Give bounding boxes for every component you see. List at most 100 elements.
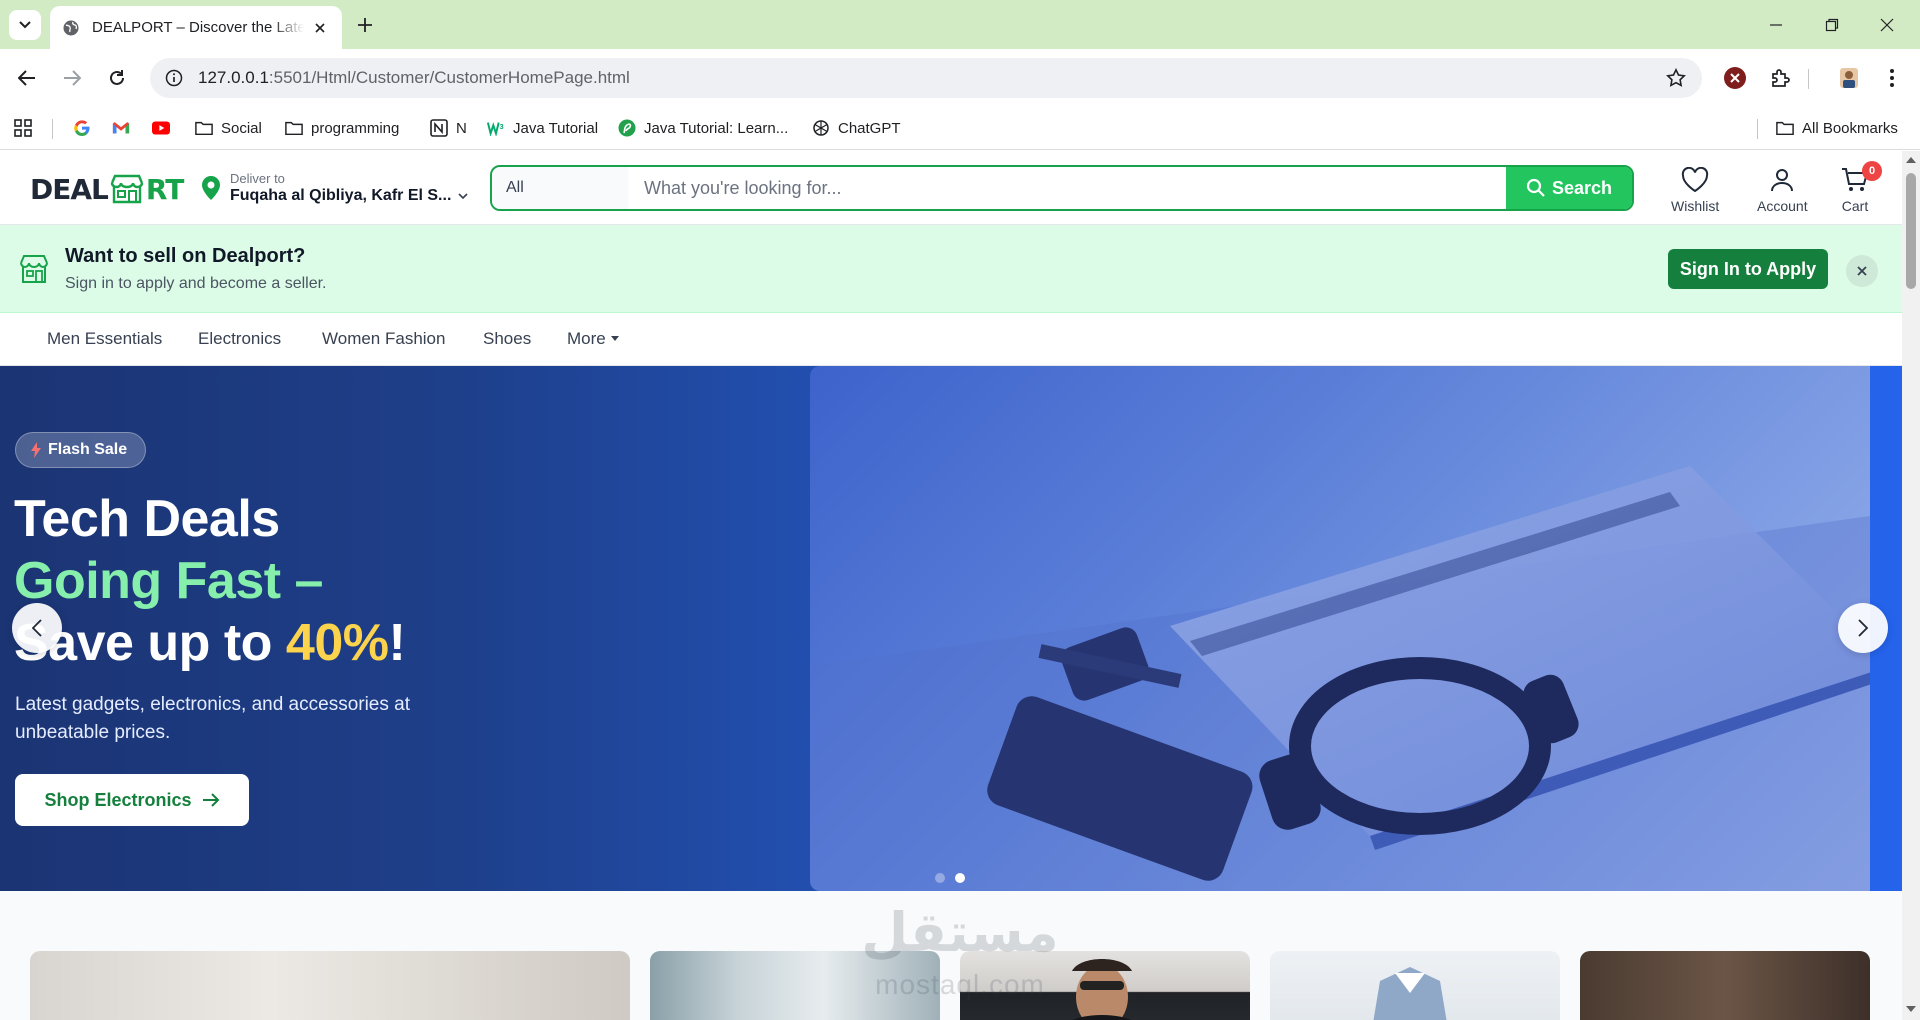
chevron-right-icon (1858, 619, 1868, 637)
back-button[interactable] (12, 63, 42, 93)
flash-sale-label: Flash Sale (48, 441, 128, 458)
tab-search-button[interactable] (9, 10, 41, 40)
search-input[interactable] (628, 167, 1506, 209)
category-electronics[interactable]: Electronics (198, 329, 281, 349)
category-more-dropdown[interactable]: More (567, 329, 619, 349)
logo-text-right: RT (145, 172, 184, 206)
gadgets-illustration (810, 466, 1870, 891)
globe-icon (63, 20, 79, 35)
w3schools-icon: 3 (487, 119, 505, 137)
deliver-to-selector[interactable]: Deliver to Fuqaha al Qibliya, Kafr El S.… (200, 171, 469, 205)
category-card[interactable] (1270, 951, 1560, 1020)
shop-electronics-button[interactable]: Shop Electronics (15, 774, 249, 826)
watermark-latin: mostaql.com (875, 969, 1045, 1000)
chatgpt-icon (812, 119, 830, 137)
seller-banner-title: Want to sell on Dealport? (65, 245, 306, 267)
notion-icon (430, 119, 448, 137)
dealport-logo[interactable]: DEAL RT (30, 171, 184, 207)
lightning-icon (31, 442, 41, 458)
location-pin-icon (202, 176, 220, 200)
account-label: Account (1757, 198, 1808, 214)
toolbar-divider (1808, 69, 1809, 89)
new-tab-button[interactable] (352, 12, 378, 38)
carousel-next-button[interactable] (1838, 603, 1888, 653)
scrollbar-thumb[interactable] (1906, 173, 1916, 289)
deliver-location-text: Fuqaha al Qibliya, Kafr El S... (230, 187, 452, 204)
chevron-down-icon (19, 21, 31, 29)
logo-text-left: DEAL (30, 172, 109, 206)
cart-label: Cart (1841, 198, 1869, 214)
bookmark-java-tutorial-w3[interactable]: 3 Java Tutorial (487, 117, 598, 139)
caret-down-icon (610, 336, 619, 341)
apps-grid-icon (14, 119, 32, 137)
all-bookmarks-label: All Bookmarks (1802, 119, 1898, 137)
cart-button[interactable]: 0 Cart (1840, 161, 1882, 214)
close-icon[interactable] (310, 18, 330, 38)
scroll-up-arrow[interactable] (1906, 155, 1916, 165)
close-icon (1880, 18, 1894, 32)
carousel-dot[interactable] (955, 873, 965, 883)
cart-count-badge: 0 (1862, 161, 1882, 181)
bookmark-notion[interactable]: N (430, 117, 467, 139)
cart-icon: 0 (1840, 161, 1882, 195)
search-category-select[interactable]: All (492, 167, 628, 209)
url-path: :5501/Html/Customer/CustomerHomePage.htm… (268, 68, 630, 87)
arrow-right-icon (64, 70, 81, 86)
sign-in-to-apply-button[interactable]: Sign In to Apply (1668, 249, 1828, 289)
seller-banner: Want to sell on Dealport? Sign in to app… (0, 225, 1902, 313)
bookmark-chatgpt[interactable]: ChatGPT (812, 117, 901, 139)
extension-x-icon[interactable] (1720, 63, 1750, 93)
dismiss-banner-button[interactable] (1846, 255, 1878, 287)
bookmark-separator (52, 119, 53, 139)
category-nav: Men Essentials Electronics Women Fashion… (0, 313, 1902, 366)
carousel-prev-button[interactable] (12, 603, 62, 653)
bookmark-java-tutorial-learn[interactable]: Java Tutorial: Learn... (618, 117, 788, 139)
category-women-fashion[interactable]: Women Fashion (322, 329, 445, 349)
browser-tab-bar: DEALPORT – Discover the Latest (0, 0, 1920, 49)
reload-button[interactable] (102, 63, 132, 93)
apps-grid-button[interactable] (14, 117, 32, 139)
forward-button[interactable] (57, 63, 87, 93)
address-bar[interactable]: 127.0.0.1:5501/Html/Customer/CustomerHom… (150, 58, 1702, 98)
bookmark-label: N (456, 119, 467, 137)
browser-tab-active[interactable]: DEALPORT – Discover the Latest (50, 6, 342, 49)
bookmark-google[interactable] (73, 117, 99, 139)
minimize-button[interactable] (1762, 12, 1790, 38)
search-button[interactable]: Search (1506, 167, 1632, 209)
all-bookmarks-button[interactable]: All Bookmarks (1776, 117, 1898, 139)
deliver-label: Deliver to (230, 171, 285, 186)
bookmark-label: Social (221, 119, 262, 137)
seller-banner-subtitle: Sign in to apply and become a seller. (65, 275, 327, 292)
storefront-logo-icon (110, 174, 144, 204)
category-men-essentials[interactable]: Men Essentials (47, 329, 162, 349)
bookmark-star-icon[interactable] (1664, 66, 1688, 90)
page-scrollbar[interactable] (1902, 151, 1920, 1020)
bookmark-gmail[interactable] (112, 117, 138, 139)
bookmarks-bar: Social programming N 3 Java Tutorial Jav… (0, 107, 1920, 150)
category-shoes[interactable]: Shoes (483, 329, 531, 349)
category-card[interactable] (1580, 951, 1870, 1020)
store-icon (20, 255, 48, 283)
account-button[interactable]: Account (1757, 165, 1808, 214)
bookmark-folder-programming[interactable]: programming (285, 117, 399, 139)
profile-avatar-icon[interactable] (1834, 63, 1864, 93)
bookmark-separator (1757, 119, 1758, 139)
bookmark-folder-social[interactable]: Social (195, 117, 262, 139)
bookmark-youtube[interactable] (152, 117, 178, 139)
url-text[interactable]: 127.0.0.1:5501/Html/Customer/CustomerHom… (198, 68, 630, 88)
minimize-icon (1770, 24, 1782, 26)
arrow-left-icon (18, 70, 35, 86)
hero-description: Latest gadgets, electronics, and accesso… (15, 694, 411, 743)
browser-menu-icon[interactable] (1877, 63, 1907, 93)
carousel-dot[interactable] (935, 873, 945, 883)
category-card[interactable] (30, 951, 630, 1020)
site-info-icon[interactable] (164, 68, 184, 88)
chevron-down-icon (458, 192, 468, 199)
search-icon (1526, 178, 1545, 197)
restore-button[interactable] (1818, 12, 1846, 38)
wishlist-button[interactable]: Wishlist (1671, 165, 1719, 214)
scroll-down-arrow[interactable] (1906, 1004, 1916, 1014)
category-more-label: More (567, 329, 606, 348)
close-window-button[interactable] (1873, 12, 1901, 38)
extensions-puzzle-icon[interactable] (1766, 63, 1796, 93)
